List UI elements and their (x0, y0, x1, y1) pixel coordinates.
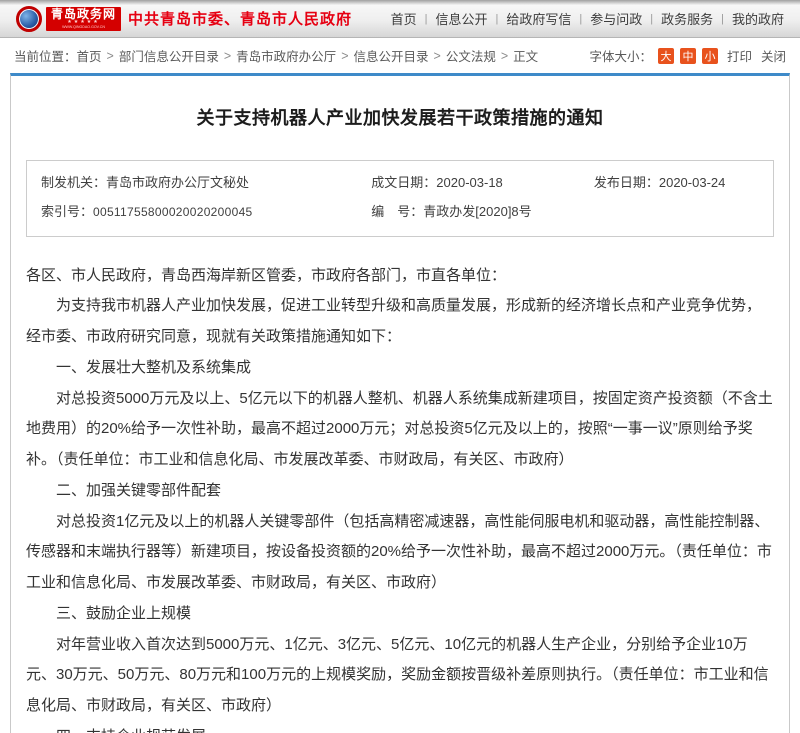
font-size-small-button[interactable]: 小 (702, 48, 718, 64)
nav-item-info-disclosure[interactable]: 信息公开 (435, 9, 487, 28)
breadcrumb-separator: > (107, 49, 114, 63)
breadcrumb-separator: > (434, 49, 441, 63)
nav-separator: | (721, 13, 724, 25)
meta-issuer-label: 制发机关： (41, 175, 106, 190)
nav-item-participate[interactable]: 参与问政 (590, 9, 642, 28)
print-button[interactable]: 打印 (727, 46, 752, 65)
top-nav: 首页 | 信息公开 | 给政府写信 | 参与问政 | 政务服务 | 我的政府 (391, 9, 784, 28)
nav-separator: | (496, 13, 499, 25)
breadcrumb-info-directory[interactable]: 信息公开目录 (354, 46, 429, 65)
meta-publish-date-label: 发布日期： (594, 175, 659, 190)
breadcrumb-separator: > (341, 49, 348, 63)
font-size-medium-button[interactable]: 中 (680, 48, 696, 64)
meta-issuer: 制发机关：青岛市政府办公厅文秘处 (41, 169, 371, 196)
site-logo[interactable]: 青岛政务网 ★★★★★ WWW.QINGDAO.GOV.CN (16, 6, 121, 32)
breadcrumb-regulations[interactable]: 公文法规 (446, 46, 496, 65)
section-heading-4: 四、支持企业规范发展 (26, 722, 774, 733)
section-heading-1: 一、发展壮大整机及系统集成 (26, 353, 774, 384)
paragraph-intro: 为支持我市机器人产业加快发展，促进工业转型升级和高质量发展，形成新的经济增长点和… (26, 291, 774, 353)
meta-index: 索引号：00511755800020020200045 (41, 198, 371, 225)
section-body-3: 对年营业收入首次达到5000万元、1亿元、3亿元、5亿元、10亿元的机器人生产企… (26, 630, 774, 722)
meta-index-label: 索引号： (41, 204, 93, 219)
nav-separator: | (650, 13, 653, 25)
meta-written-date-value: 2020-03-18 (436, 175, 503, 190)
document-container: 关于支持机器人产业加快发展若干政策措施的通知 制发机关：青岛市政府办公厅文秘处 … (10, 73, 790, 733)
meta-publish-date: 发布日期：2020-03-24 (594, 169, 759, 196)
meta-empty-cell (594, 198, 759, 225)
logo-badge: 青岛政务网 ★★★★★ WWW.QINGDAO.GOV.CN (46, 7, 121, 31)
page-tools: 字体大小： 大 中 小 打印 关闭 (589, 46, 786, 65)
nav-item-write-to-gov[interactable]: 给政府写信 (506, 9, 571, 28)
breadcrumb-separator: > (224, 49, 231, 63)
section-heading-2: 二、加强关键零部件配套 (26, 476, 774, 507)
breadcrumb-gov-office[interactable]: 青岛市政府办公厅 (236, 46, 336, 65)
globe-icon (16, 6, 42, 32)
breadcrumb-row: 当前位置： 首页 > 部门信息公开目录 > 青岛市政府办公厅 > 信息公开目录 … (0, 38, 800, 73)
page-title: 关于支持机器人产业加快发展若干政策措施的通知 (26, 104, 774, 130)
paragraph-salutation: 各区、市人民政府，青岛西海岸新区管委，市政府各部门，市直各单位： (26, 261, 774, 292)
org-title: 中共青岛市委、青岛市人民政府 (128, 8, 352, 29)
document-body: 各区、市人民政府，青岛西海岸新区管委，市政府各部门，市直各单位： 为支持我市机器… (26, 261, 774, 733)
font-size-large-button[interactable]: 大 (658, 48, 674, 64)
meta-number-label: 编 号： (371, 204, 423, 219)
nav-item-my-gov[interactable]: 我的政府 (732, 9, 784, 28)
breadcrumb-current-article: 正文 (513, 46, 538, 65)
meta-written-date-label: 成文日期： (371, 175, 436, 190)
meta-number-value: 青政办发[2020]8号 (423, 204, 531, 219)
breadcrumb-separator: > (501, 49, 508, 63)
close-button[interactable]: 关闭 (761, 46, 786, 65)
section-body-2: 对总投资1亿元及以上的机器人关键零部件（包括高精密减速器，高性能伺服电机和驱动器… (26, 507, 774, 599)
breadcrumb-label: 当前位置： (14, 46, 77, 65)
document-meta-box: 制发机关：青岛市政府办公厅文秘处 成文日期：2020-03-18 发布日期：20… (26, 160, 774, 237)
breadcrumb-dept-directory[interactable]: 部门信息公开目录 (119, 46, 219, 65)
nav-separator: | (579, 13, 582, 25)
section-body-1: 对总投资5000万元及以上、5亿元以下的机器人整机、机器人系统集成新建项目，按固… (26, 384, 774, 476)
nav-separator: | (425, 13, 428, 25)
meta-issuer-value: 青岛市政府办公厅文秘处 (106, 175, 249, 190)
nav-item-services[interactable]: 政务服务 (661, 9, 713, 28)
logo-site-url: WWW.QINGDAO.GOV.CN (54, 25, 113, 29)
nav-item-home[interactable]: 首页 (391, 9, 417, 28)
meta-number: 编 号：青政办发[2020]8号 (371, 198, 594, 225)
site-header: 青岛政务网 ★★★★★ WWW.QINGDAO.GOV.CN 中共青岛市委、青岛… (0, 0, 800, 38)
font-size-label: 字体大小： (589, 46, 652, 65)
breadcrumb-home[interactable]: 首页 (77, 46, 102, 65)
section-heading-3: 三、鼓励企业上规模 (26, 599, 774, 630)
logo-site-name: 青岛政务网 (51, 8, 116, 20)
meta-written-date: 成文日期：2020-03-18 (371, 169, 594, 196)
meta-publish-date-value: 2020-03-24 (659, 175, 726, 190)
meta-index-value: 00511755800020020200045 (93, 205, 253, 219)
